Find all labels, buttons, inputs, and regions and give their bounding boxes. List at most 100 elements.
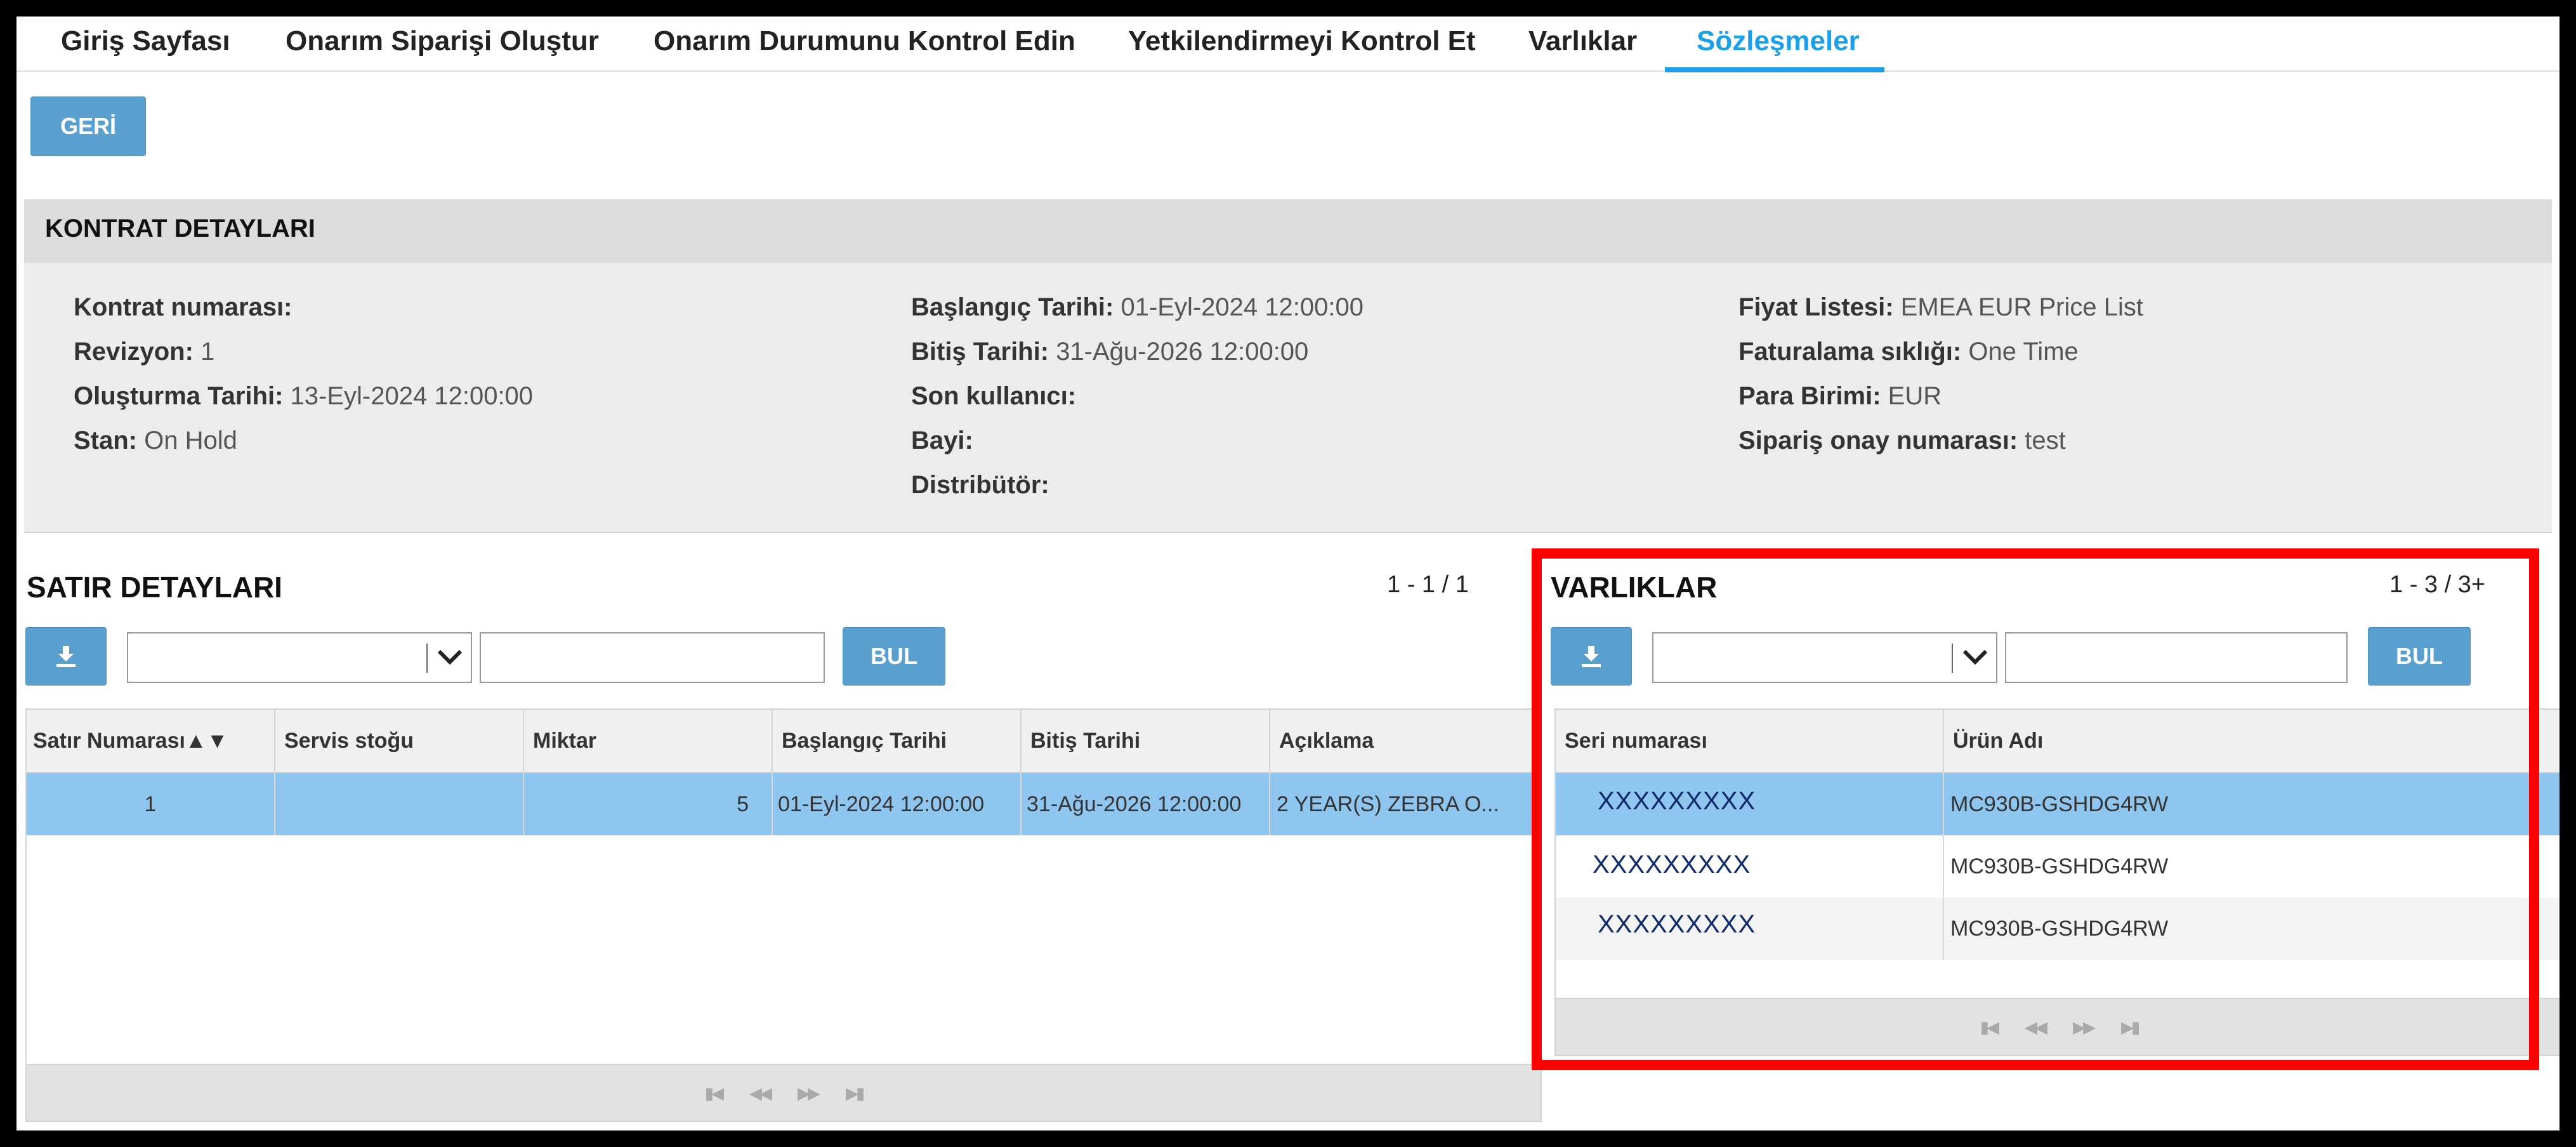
tab-contracts[interactable]: Sözleşmeler bbox=[1697, 25, 1860, 63]
field-label: Sipariş onay numarası: bbox=[1738, 427, 2018, 454]
line-details-download-button[interactable] bbox=[25, 627, 107, 686]
price-list-field: Fiyat Listesi: EMEA EUR Price List bbox=[1738, 293, 2143, 322]
field-value: 01-Eyl-2024 12:00:00 bbox=[1120, 293, 1364, 321]
field-value: EUR bbox=[1888, 382, 1942, 410]
assets-download-button[interactable] bbox=[1551, 627, 1632, 686]
line-details-pager: 1 - 1 / 1 bbox=[1387, 571, 1469, 598]
cell-product-name: MC930B-GSHDG4RW bbox=[1950, 917, 2169, 941]
field-label: Distribütör: bbox=[911, 471, 1049, 499]
field-value: One Time bbox=[1968, 338, 2079, 366]
column-header-line-number[interactable]: Satır Numarası▲▼ bbox=[27, 710, 275, 773]
download-icon bbox=[1582, 646, 1601, 667]
tab-check-repair-status[interactable]: Onarım Durumunu Kontrol Edin bbox=[654, 25, 1075, 63]
field-label: Revizyon: bbox=[74, 338, 194, 366]
tab-assets[interactable]: Varlıklar bbox=[1528, 25, 1637, 63]
header-label: Satır Numarası bbox=[33, 729, 185, 753]
cell-product-name: MC930B-GSHDG4RW bbox=[1950, 854, 2169, 878]
cell-end-date: 31-Ağu-2026 12:00:00 bbox=[1022, 773, 1270, 835]
prev-page-icon[interactable]: ◀◀ bbox=[2025, 1018, 2047, 1037]
first-page-icon[interactable]: ▮◀ bbox=[705, 1084, 724, 1103]
last-page-icon[interactable]: ▶▮ bbox=[846, 1084, 865, 1103]
assets-filter-select[interactable] bbox=[1652, 632, 1997, 683]
column-header-quantity[interactable]: Miktar bbox=[524, 710, 773, 773]
end-user-field: Son kullanıcı: bbox=[911, 382, 1076, 411]
assets-grid: Seri numarası Ürün Adı XXXXXXXXX MC930B-… bbox=[1554, 708, 2560, 1056]
field-value: 31-Ağu-2026 12:00:00 bbox=[1056, 338, 1309, 366]
column-header-product-name[interactable]: Ürün Adı bbox=[1944, 710, 2560, 773]
next-page-icon[interactable]: ▶▶ bbox=[2073, 1018, 2096, 1037]
cell-product-name: MC930B-GSHDG4RW bbox=[1950, 792, 2169, 816]
line-details-pagination: ▮◀ ◀◀ ▶▶ ▶▮ bbox=[27, 1064, 1541, 1121]
grid-header: Satır Numarası▲▼ Servis stoğu Miktar Baş… bbox=[27, 710, 1541, 773]
field-value: test bbox=[2025, 427, 2066, 454]
field-label: Faturalama sıklığı: bbox=[1738, 338, 1962, 366]
contract-number-field: Kontrat numarası: bbox=[74, 293, 292, 322]
line-details-search-input[interactable] bbox=[480, 632, 825, 683]
billing-frequency-field: Faturalama sıklığı: One Time bbox=[1738, 338, 2079, 366]
grid-header: Seri numarası Ürün Adı bbox=[1556, 710, 2560, 773]
tab-check-authorization[interactable]: Yetkilendirmeyi Kontrol Et bbox=[1128, 25, 1476, 63]
distributor-field: Distribütör: bbox=[911, 471, 1049, 500]
field-label: Stan: bbox=[74, 427, 137, 454]
field-value: 1 bbox=[200, 338, 215, 366]
end-date-field: Bitiş Tarihi: 31-Ağu-2026 12:00:00 bbox=[911, 338, 1308, 366]
active-tab-indicator bbox=[1665, 67, 1884, 72]
status-field: Stan: On Hold bbox=[74, 427, 237, 455]
table-row[interactable]: 1 5 01-Eyl-2024 12:00:00 31-Ağu-2026 12:… bbox=[27, 773, 1541, 835]
line-details-title: SATIR DETAYLARI bbox=[27, 571, 282, 604]
assets-find-button[interactable]: BUL bbox=[2368, 627, 2471, 686]
first-page-icon[interactable]: ▮◀ bbox=[1980, 1018, 1999, 1037]
field-label: Kontrat numarası: bbox=[74, 293, 292, 321]
table-row[interactable]: XXXXXXXXX MC930B-GSHDG4RW bbox=[1556, 898, 2560, 960]
field-value: On Hold bbox=[144, 427, 237, 454]
column-header-start-date[interactable]: Başlangıç Tarihi bbox=[773, 710, 1022, 773]
assets-pager: 1 - 3 / 3+ bbox=[2389, 571, 2486, 598]
cell-serial-number: XXXXXXXXX bbox=[1556, 835, 1944, 898]
line-details-filter-select[interactable] bbox=[127, 632, 472, 683]
cell-serial-number: XXXXXXXXX bbox=[1556, 898, 1944, 960]
assets-search-input[interactable] bbox=[2005, 632, 2348, 683]
last-page-icon[interactable]: ▶▮ bbox=[2121, 1018, 2140, 1037]
field-label: Bayi: bbox=[911, 427, 973, 454]
column-header-serial-number[interactable]: Seri numarası bbox=[1556, 710, 1944, 773]
column-header-end-date[interactable]: Bitiş Tarihi bbox=[1022, 710, 1270, 773]
chevron-down-icon bbox=[1962, 649, 1988, 665]
table-row[interactable]: XXXXXXXXX MC930B-GSHDG4RW bbox=[1556, 773, 2560, 835]
dealer-field: Bayi: bbox=[911, 427, 973, 455]
table-row[interactable]: XXXXXXXXX MC930B-GSHDG4RW bbox=[1556, 835, 2560, 898]
created-date-field: Oluşturma Tarihi: 13-Eyl-2024 12:00:00 bbox=[74, 382, 533, 411]
contract-details-title: KONTRAT DETAYLARI bbox=[45, 215, 315, 242]
select-divider bbox=[1952, 644, 1953, 673]
tab-create-repair-order[interactable]: Onarım Siparişi Oluştur bbox=[286, 25, 599, 63]
sort-icon: ▲▼ bbox=[185, 729, 228, 753]
cell-start-date: 01-Eyl-2024 12:00:00 bbox=[773, 773, 1022, 835]
next-page-icon[interactable]: ▶▶ bbox=[798, 1084, 820, 1103]
field-value: 13-Eyl-2024 12:00:00 bbox=[290, 382, 534, 410]
line-details-find-button[interactable]: BUL bbox=[843, 627, 945, 686]
cell-serial-number: XXXXXXXXX bbox=[1556, 773, 1944, 835]
assets-title: VARLIKLAR bbox=[1551, 571, 1718, 604]
field-label: Başlangıç Tarihi: bbox=[911, 293, 1114, 321]
chevron-down-icon bbox=[437, 649, 463, 665]
cell-description: 2 YEAR(S) ZEBRA O... bbox=[1277, 792, 1499, 816]
field-label: Oluşturma Tarihi: bbox=[74, 382, 284, 410]
field-label: Bitiş Tarihi: bbox=[911, 338, 1049, 366]
cell-quantity: 5 bbox=[524, 773, 773, 835]
top-nav: Giriş Sayfası Onarım Siparişi Oluştur On… bbox=[16, 17, 2560, 72]
line-details-grid: Satır Numarası▲▼ Servis stoğu Miktar Baş… bbox=[25, 708, 1542, 1122]
column-header-description[interactable]: Açıklama bbox=[1270, 710, 1541, 773]
order-confirmation-field: Sipariş onay numarası: test bbox=[1738, 427, 2066, 455]
assets-pagination: ▮◀ ◀◀ ▶▶ ▶▮ bbox=[1556, 998, 2560, 1055]
download-icon bbox=[56, 646, 76, 667]
cell-service-stock bbox=[275, 773, 524, 835]
column-header-service-stock[interactable]: Servis stoğu bbox=[275, 710, 524, 773]
revision-field: Revizyon: 1 bbox=[74, 338, 214, 366]
currency-field: Para Birimi: EUR bbox=[1738, 382, 1942, 411]
field-label: Son kullanıcı: bbox=[911, 382, 1077, 410]
prev-page-icon[interactable]: ◀◀ bbox=[749, 1084, 772, 1103]
select-divider bbox=[426, 644, 428, 673]
start-date-field: Başlangıç Tarihi: 01-Eyl-2024 12:00:00 bbox=[911, 293, 1364, 322]
back-button[interactable]: GERİ bbox=[30, 96, 146, 156]
tab-home[interactable]: Giriş Sayfası bbox=[61, 25, 230, 63]
contract-details-header bbox=[24, 199, 2552, 263]
